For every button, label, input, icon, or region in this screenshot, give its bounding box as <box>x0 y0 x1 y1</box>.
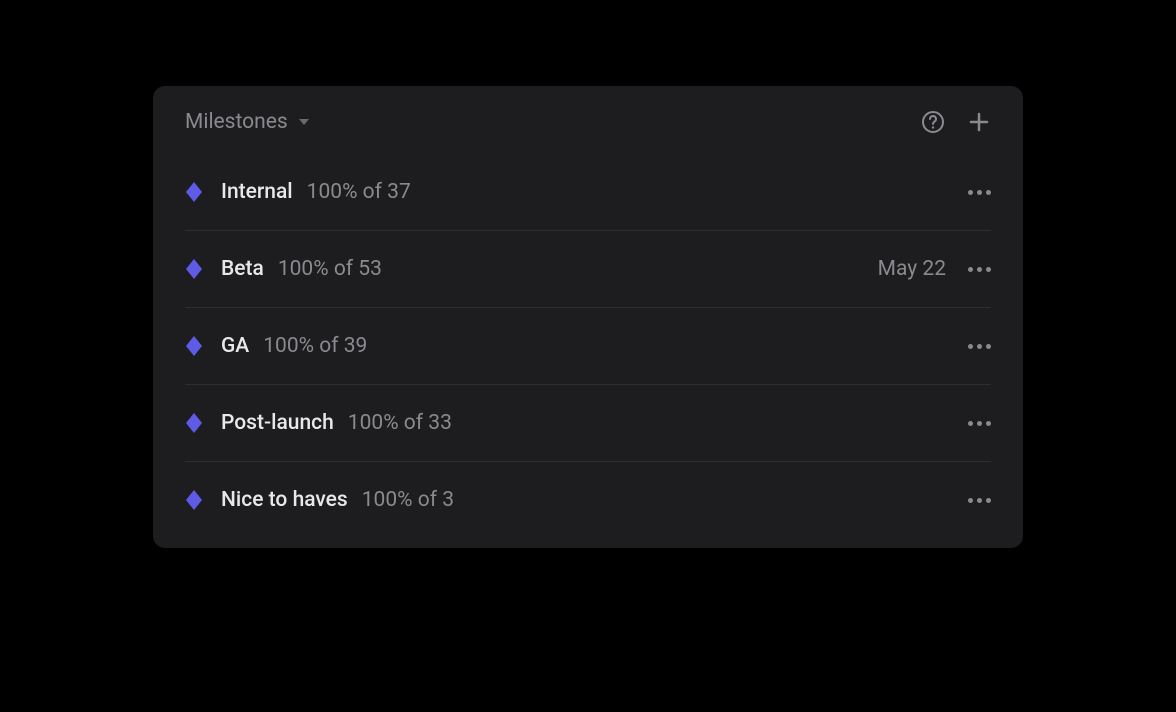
milestone-progress: 100% of 37 <box>307 180 411 204</box>
dots-icon <box>968 344 991 349</box>
milestone-row-left: Internal 100% of 37 <box>185 180 411 204</box>
milestone-row[interactable]: Beta 100% of 53 May 22 <box>185 231 991 308</box>
milestone-name: Post-launch <box>221 411 334 435</box>
caret-down-icon <box>298 117 310 127</box>
diamond-icon <box>185 183 203 201</box>
add-button[interactable] <box>967 110 991 134</box>
dots-icon <box>968 267 991 272</box>
milestone-row-right <box>968 344 991 349</box>
milestone-row[interactable]: Post-launch 100% of 33 <box>185 385 991 462</box>
diamond-icon <box>185 260 203 278</box>
help-icon <box>921 110 945 134</box>
milestone-progress: 100% of 3 <box>362 488 454 512</box>
panel-header: Milestones <box>153 86 1023 154</box>
dots-icon <box>968 421 991 426</box>
diamond-icon <box>185 414 203 432</box>
milestone-name: Beta <box>221 257 264 281</box>
more-button[interactable] <box>968 421 991 426</box>
milestone-progress: 100% of 33 <box>348 411 452 435</box>
milestone-progress: 100% of 53 <box>278 257 382 281</box>
milestone-row-right <box>968 190 991 195</box>
more-button[interactable] <box>968 344 991 349</box>
milestones-panel: Milestones <box>153 86 1023 548</box>
panel-title: Milestones <box>185 110 288 134</box>
more-button[interactable] <box>968 267 991 272</box>
more-button[interactable] <box>968 498 991 503</box>
milestone-row-left: GA 100% of 39 <box>185 334 367 358</box>
milestone-name: Nice to haves <box>221 488 348 512</box>
milestone-row[interactable]: Nice to haves 100% of 3 <box>185 462 991 538</box>
milestone-row-right <box>968 498 991 503</box>
dots-icon <box>968 498 991 503</box>
help-button[interactable] <box>921 110 945 134</box>
diamond-icon <box>185 337 203 355</box>
header-actions <box>921 110 991 134</box>
milestone-date: May 22 <box>878 257 946 281</box>
milestone-row-left: Beta 100% of 53 <box>185 257 382 281</box>
header-title-group[interactable]: Milestones <box>185 110 310 134</box>
milestone-row-right <box>968 421 991 426</box>
milestone-name: GA <box>221 334 249 358</box>
milestone-row-left: Nice to haves 100% of 3 <box>185 488 454 512</box>
milestone-row[interactable]: GA 100% of 39 <box>185 308 991 385</box>
milestone-progress: 100% of 39 <box>263 334 367 358</box>
dots-icon <box>968 190 991 195</box>
milestone-list: Internal 100% of 37 Beta 10 <box>153 154 1023 548</box>
plus-icon <box>967 110 991 134</box>
milestone-row-left: Post-launch 100% of 33 <box>185 411 452 435</box>
milestone-name: Internal <box>221 180 293 204</box>
more-button[interactable] <box>968 190 991 195</box>
diamond-icon <box>185 491 203 509</box>
milestone-row-right: May 22 <box>878 257 991 281</box>
milestone-row[interactable]: Internal 100% of 37 <box>185 154 991 231</box>
